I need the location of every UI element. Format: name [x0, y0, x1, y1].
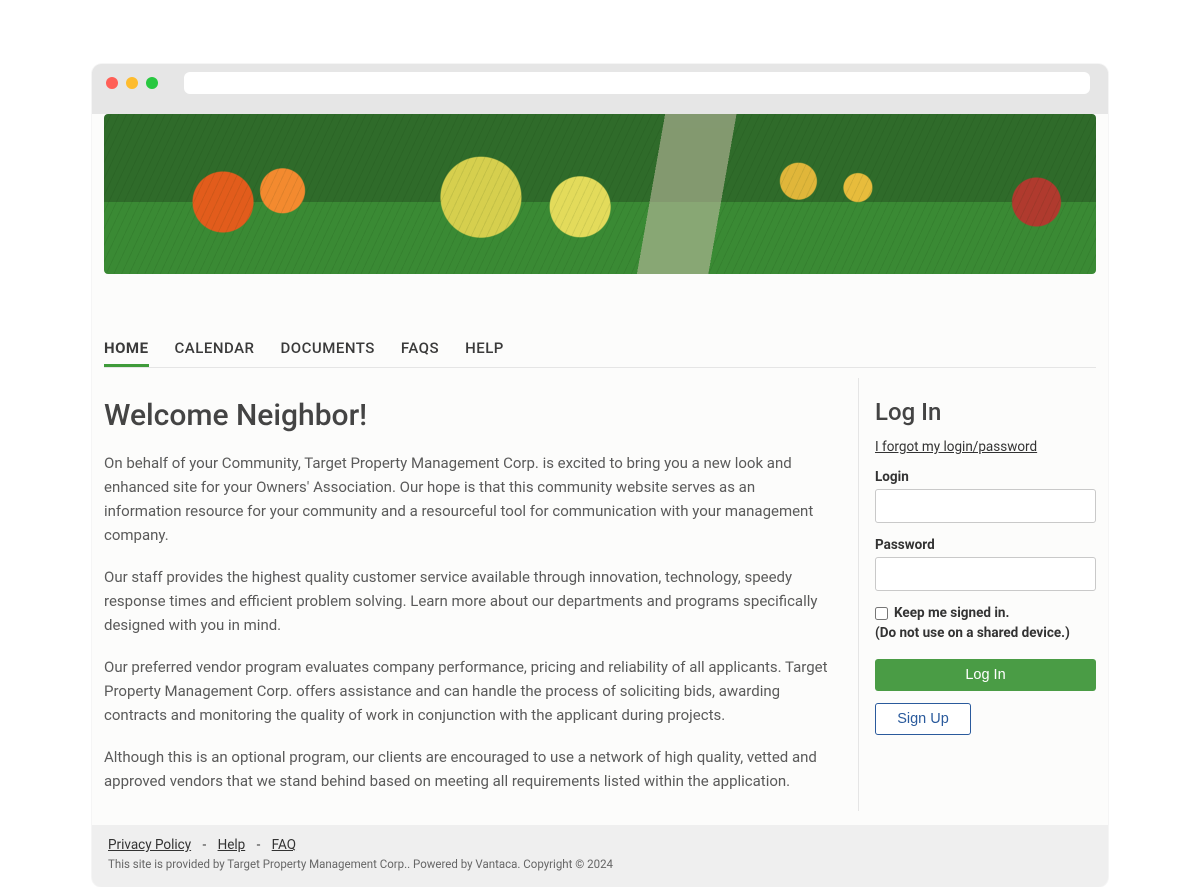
page: HOME CALENDAR DOCUMENTS FAQS HELP Welcom…	[92, 114, 1108, 887]
nav-home[interactable]: HOME	[104, 339, 149, 367]
shared-device-warning: (Do not use on a shared device.)	[875, 625, 1096, 641]
intro-paragraph: On behalf of your Community, Target Prop…	[104, 451, 830, 547]
nav-documents[interactable]: DOCUMENTS	[281, 339, 375, 367]
footer-note: This site is provided by Target Property…	[108, 857, 1092, 871]
content-wrap: HOME CALENDAR DOCUMENTS FAQS HELP Welcom…	[92, 332, 1108, 811]
login-label: Login	[875, 469, 1096, 485]
footer-separator: -	[257, 837, 261, 853]
nav-faqs[interactable]: FAQS	[401, 339, 439, 367]
signup-button[interactable]: Sign Up	[875, 703, 971, 735]
footer-help-link[interactable]: Help	[218, 837, 246, 853]
forgot-password-link[interactable]: I forgot my login/password	[875, 439, 1037, 455]
window-controls	[106, 77, 158, 89]
columns: Welcome Neighbor! On behalf of your Comm…	[104, 378, 1096, 811]
footer-separator: -	[202, 837, 206, 853]
url-bar[interactable]	[184, 72, 1090, 94]
footer-links: Privacy Policy - Help - FAQ	[108, 837, 1092, 853]
body-paragraph: Although this is an optional program, ou…	[104, 745, 830, 793]
maximize-window-icon[interactable]	[146, 77, 158, 89]
login-sidebar: Log In I forgot my login/password Login …	[858, 378, 1096, 811]
main-nav: HOME CALENDAR DOCUMENTS FAQS HELP	[104, 332, 1096, 368]
hero-banner-image	[104, 114, 1096, 274]
keep-signed-in-label: Keep me signed in.	[894, 605, 1009, 621]
login-button[interactable]: Log In	[875, 659, 1096, 691]
minimize-window-icon[interactable]	[126, 77, 138, 89]
page-title: Welcome Neighbor!	[104, 398, 830, 433]
footer-faq-link[interactable]: FAQ	[272, 837, 296, 853]
main-column: Welcome Neighbor! On behalf of your Comm…	[104, 378, 830, 811]
keep-signed-in-checkbox[interactable]	[875, 607, 888, 620]
login-title: Log In	[875, 398, 1096, 426]
body-paragraph: Our preferred vendor program evaluates c…	[104, 655, 830, 727]
titlebar	[92, 64, 1108, 102]
browser-window: HOME CALENDAR DOCUMENTS FAQS HELP Welcom…	[92, 64, 1108, 887]
login-input[interactable]	[875, 489, 1096, 523]
close-window-icon[interactable]	[106, 77, 118, 89]
password-label: Password	[875, 537, 1096, 553]
password-input[interactable]	[875, 557, 1096, 591]
keep-signed-in-row: Keep me signed in.	[875, 605, 1096, 621]
footer: Privacy Policy - Help - FAQ This site is…	[92, 825, 1108, 887]
body-paragraph: Our staff provides the highest quality c…	[104, 565, 830, 637]
nav-help[interactable]: HELP	[465, 339, 504, 367]
nav-calendar[interactable]: CALENDAR	[175, 339, 255, 367]
footer-privacy-link[interactable]: Privacy Policy	[108, 837, 191, 853]
